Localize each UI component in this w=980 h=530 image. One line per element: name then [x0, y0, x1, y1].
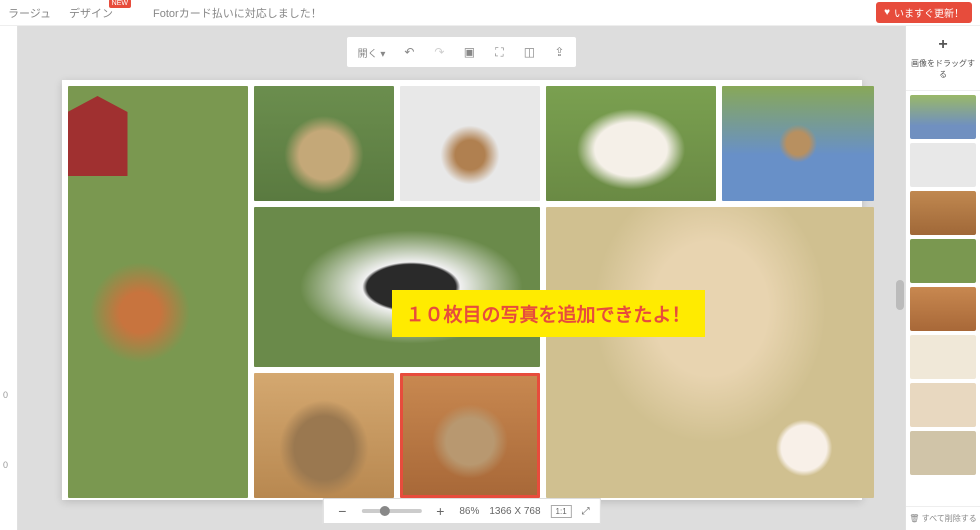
collage-cell-9-highlighted[interactable]	[400, 373, 540, 498]
thumbnail[interactable]	[910, 239, 976, 283]
redo-button[interactable]: ↷	[425, 40, 453, 64]
zoom-slider[interactable]	[361, 509, 421, 513]
plus-icon: +	[908, 36, 978, 54]
collage-cell-4[interactable]	[546, 86, 716, 201]
collage-cell-1[interactable]	[68, 86, 248, 498]
image-icon[interactable]: ▣	[455, 40, 483, 64]
drag-hint-label: 画像をドラッグする	[911, 59, 975, 79]
update-button-label: いますぐ更新！	[894, 5, 964, 20]
zoom-percent: 86%	[459, 506, 479, 517]
left-rail-value-2: 0	[3, 390, 8, 400]
add-image-hint[interactable]: + 画像をドラッグする	[906, 26, 980, 91]
annotation-overlay: １０枚目の写真を追加できたよ！	[392, 290, 705, 337]
left-rail-value-1: 0	[3, 460, 8, 470]
trash-icon: 🗑	[909, 514, 919, 523]
nav-design[interactable]: デザイン NEW	[69, 5, 113, 21]
canvas[interactable]: １０枚目の写真を追加できたよ！	[62, 80, 862, 500]
collage-cell-5[interactable]	[722, 86, 874, 201]
collage-cell-2[interactable]	[254, 86, 394, 201]
nav-collage[interactable]: ラージュ	[8, 5, 51, 21]
thumbnail[interactable]	[910, 143, 976, 187]
collage-cell-7[interactable]	[546, 207, 874, 498]
collage-cell-3[interactable]	[400, 86, 540, 201]
save-icon[interactable]: ◫	[515, 40, 543, 64]
canvas-toolbar: 開く ▾ ↶ ↷ ▣ ⛶ ◫ ⇪	[346, 36, 578, 68]
share-icon[interactable]: ⇪	[545, 40, 573, 64]
thumbnail[interactable]	[910, 383, 976, 427]
right-panel: + 画像をドラッグする 🗑 すべて削除する	[905, 26, 980, 530]
canvas-dimensions: 1366 X 768	[489, 506, 540, 517]
update-button[interactable]: ♥ いますぐ更新！	[876, 2, 972, 23]
ratio-button[interactable]: 1:1	[551, 505, 572, 518]
delete-all-label: すべて削除する	[922, 514, 977, 523]
new-badge: NEW	[109, 0, 131, 8]
heart-icon: ♥	[884, 7, 890, 18]
thumbnail[interactable]	[910, 191, 976, 235]
zoom-out-button[interactable]: −	[333, 502, 351, 520]
thumbnail[interactable]	[910, 95, 976, 139]
thumbnail[interactable]	[910, 335, 976, 379]
collage-cell-8[interactable]	[254, 373, 394, 498]
nav-design-label: デザイン	[69, 8, 113, 20]
thumbnail[interactable]	[910, 431, 976, 475]
thumbnail-list	[906, 91, 980, 506]
collage-cell-6[interactable]	[254, 207, 540, 367]
scrollbar-handle[interactable]	[896, 280, 904, 310]
delete-all-button[interactable]: 🗑 すべて削除する	[906, 506, 980, 530]
open-button[interactable]: 開く ▾	[350, 40, 394, 64]
crop-icon[interactable]: ⛶	[485, 40, 513, 64]
expand-icon[interactable]: ⤢	[582, 506, 590, 517]
zoom-bar: − + 86% 1366 X 768 1:1 ⤢	[322, 498, 600, 524]
left-rail: 0 0	[0, 26, 18, 530]
undo-button[interactable]: ↶	[395, 40, 423, 64]
zoom-in-button[interactable]: +	[431, 502, 449, 520]
header-notice: Fotorカード払いに対応しました！	[153, 5, 322, 21]
thumbnail[interactable]	[910, 287, 976, 331]
